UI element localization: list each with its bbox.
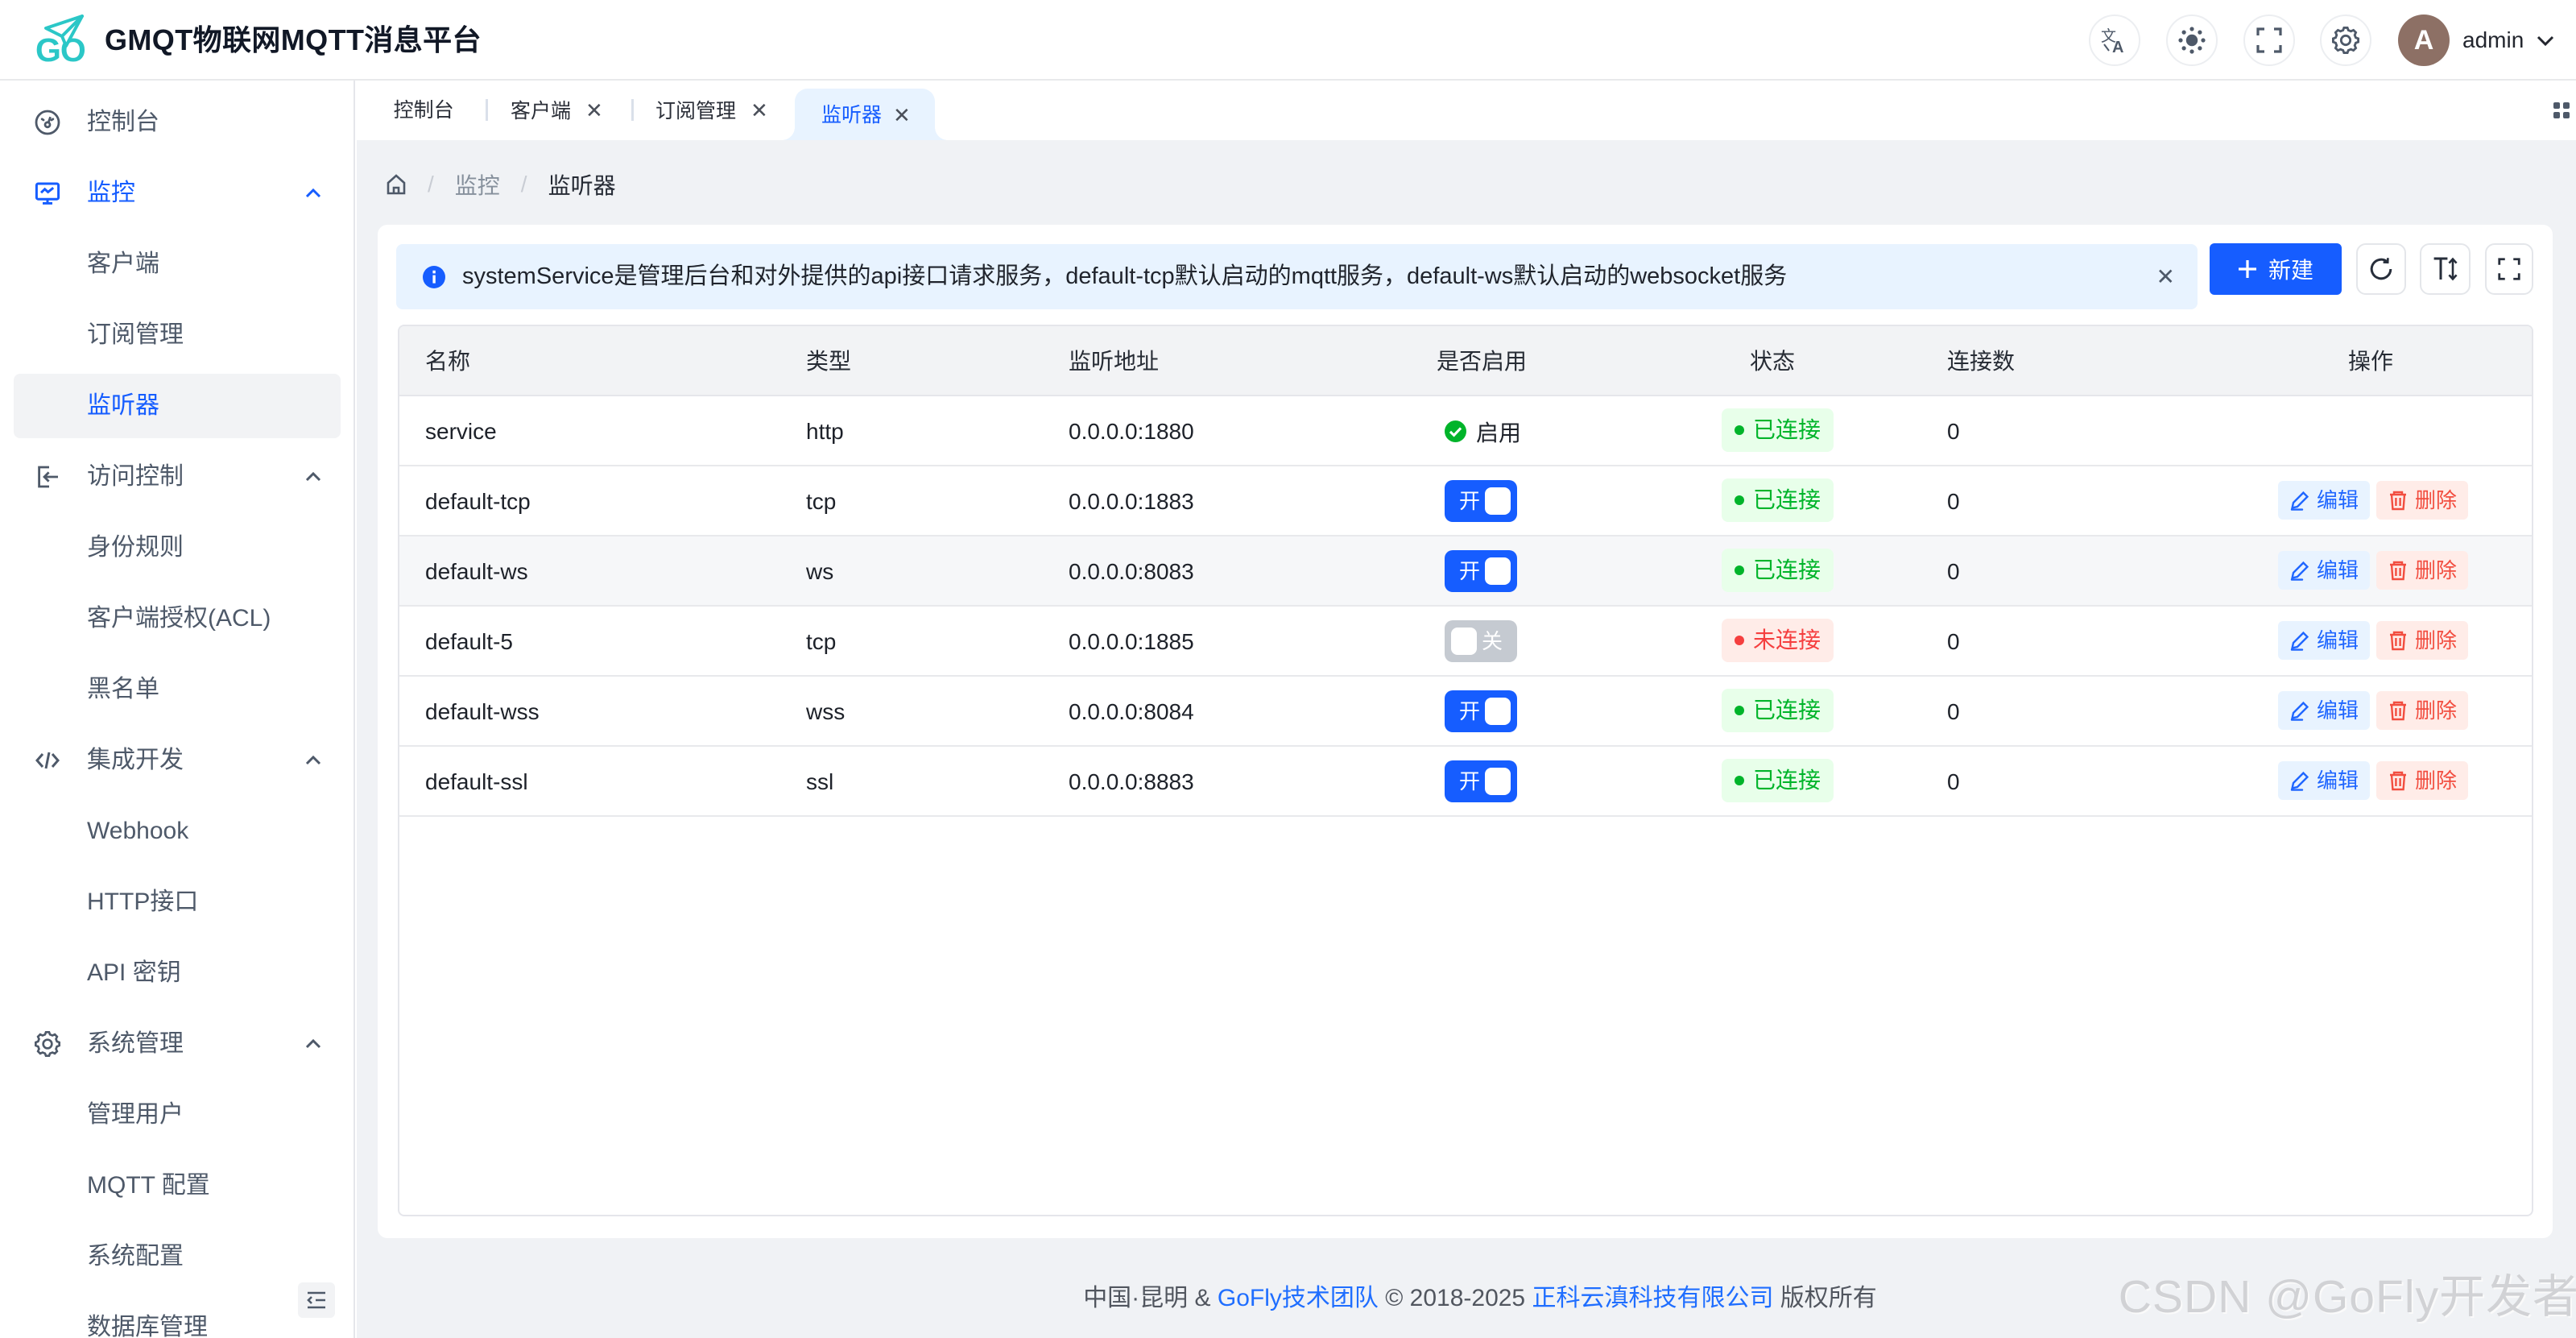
svg-text:A: A — [2112, 39, 2123, 54]
